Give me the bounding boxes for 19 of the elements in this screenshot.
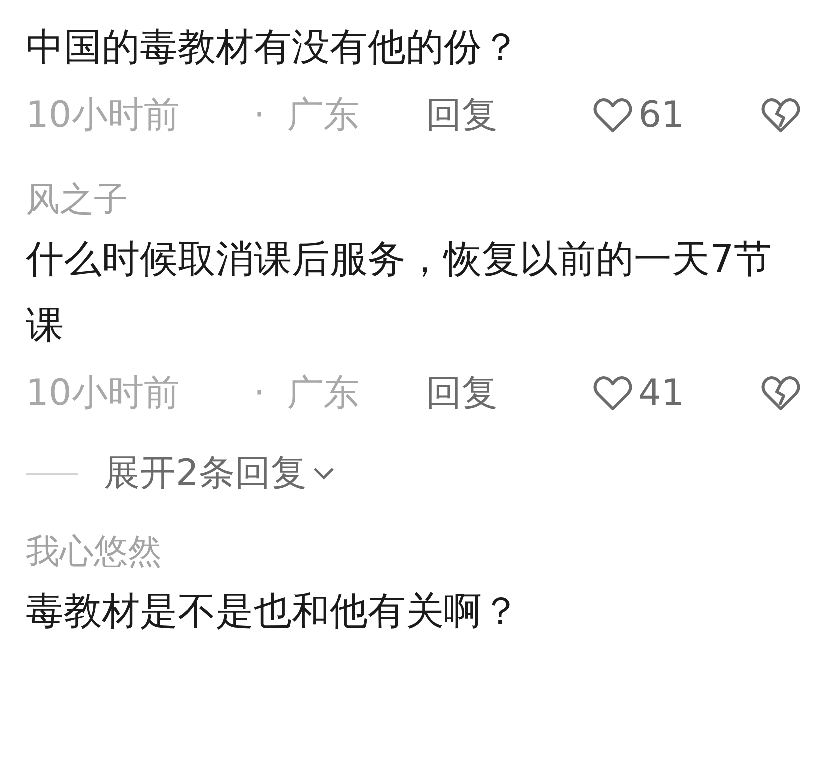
heart-icon — [592, 97, 633, 135]
like-button[interactable]: 61 — [592, 89, 761, 143]
separator-dot: · — [254, 372, 266, 416]
timestamp: 10小时前 — [26, 94, 181, 138]
broken-heart-icon[interactable] — [760, 97, 801, 135]
chevron-down-icon — [312, 467, 335, 481]
comment-text: 毒教材是不是也和他有关啊？ — [26, 588, 521, 635]
expand-replies-button[interactable]: 展开2条回复 — [104, 447, 335, 501]
location-label: 广东 — [288, 94, 360, 138]
comment-text: 中国的毒教材有没有他的份？ — [26, 24, 521, 71]
reply-link[interactable]: 回复 — [426, 89, 593, 143]
heart-icon — [592, 375, 633, 413]
timestamp: 10小时前 — [26, 372, 181, 416]
like-button[interactable]: 41 — [592, 367, 761, 421]
location-label: 广东 — [288, 372, 360, 416]
broken-heart-icon[interactable] — [760, 375, 801, 413]
separator-dot: · — [254, 94, 266, 138]
reply-link[interactable]: 回复 — [426, 367, 593, 421]
comment-text: 什么时候取消课后服务，恢复以前的一天7节课 — [26, 236, 774, 349]
